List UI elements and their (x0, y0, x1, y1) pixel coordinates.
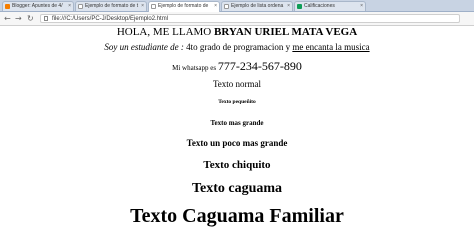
student-line: Soy un estudiante de : 4to grado de prog… (0, 42, 474, 53)
browser-toolbar: ← → ↻ file:///C:/Users/PC-J/Desktop/Ejem… (0, 12, 474, 26)
page-icon (151, 4, 156, 9)
whatsapp-number: 777-234-567-890 (217, 59, 302, 73)
tab-strip: Blogger: Apuntes de 4/ × Ejemplo de form… (0, 0, 474, 12)
student-mid: 4to grado de programacion y (183, 42, 293, 52)
student-underlined: me encanta la musica (292, 42, 370, 52)
texto-chiquito: Texto chiquito (203, 159, 271, 171)
page-icon (78, 4, 83, 9)
tab-blogger[interactable]: Blogger: Apuntes de 4/ × (2, 1, 74, 11)
tab-label: Ejemplo de formato de t (85, 3, 139, 9)
reload-icon[interactable]: ↻ (27, 13, 34, 24)
back-arrow-icon[interactable]: ← (4, 13, 11, 24)
document-icon (44, 16, 48, 21)
forward-arrow-icon[interactable]: → (15, 13, 22, 24)
tab-ejemplo-formato-1[interactable]: Ejemplo de formato de t × (75, 1, 147, 11)
texto-pequenito: Texto pequeñito (218, 99, 256, 105)
greeting-name: BRYAN URIEL MATA VEGA (214, 26, 358, 38)
tab-ejemplo-formato-2[interactable]: Ejemplo de formato de × (148, 1, 220, 12)
tab-ejemplo-lista[interactable]: Ejemplo de lista ordena × (221, 1, 293, 11)
tab-label: Ejemplo de formato de (158, 3, 209, 9)
texto-caguama: Texto caguama (191, 181, 283, 196)
tab-label: Blogger: Apuntes de 4/ (12, 3, 63, 9)
student-italic: Soy un estudiante de : (104, 42, 184, 52)
close-icon[interactable]: × (141, 2, 144, 11)
close-icon[interactable]: × (68, 2, 71, 11)
greeting-line: HOLA, ME LLAMO BRYAN URIEL MATA VEGA (0, 26, 474, 39)
texto-caguama-familiar: Texto Caguama Familiar (130, 205, 344, 227)
spreadsheet-icon (297, 4, 302, 9)
tab-label: Calificaciones (304, 3, 335, 9)
whatsapp-label: Mi whatsapp es (172, 64, 218, 72)
tab-label: Ejemplo de lista ordena (231, 3, 284, 9)
blogger-icon (5, 4, 10, 9)
texto-mas-grande: Texto mas grande (210, 119, 264, 127)
close-icon[interactable]: × (214, 2, 217, 11)
tab-calificaciones[interactable]: Calificaciones × (294, 1, 366, 11)
texto-poco-mas-grande: Texto un poco mas grande (186, 138, 288, 148)
close-icon[interactable]: × (287, 2, 290, 11)
close-icon[interactable]: × (360, 2, 363, 11)
page-icon (224, 4, 229, 9)
address-url[interactable]: file:///C:/Users/PC-J/Desktop/Ejemplo2.h… (52, 15, 168, 23)
address-bar[interactable]: file:///C:/Users/PC-J/Desktop/Ejemplo2.h… (40, 14, 460, 23)
texto-normal: Texto normal (212, 79, 262, 89)
greeting-prefix: HOLA, ME LLAMO (116, 26, 214, 38)
whatsapp-line: Mi whatsapp es 777-234-567-890 (0, 59, 474, 75)
